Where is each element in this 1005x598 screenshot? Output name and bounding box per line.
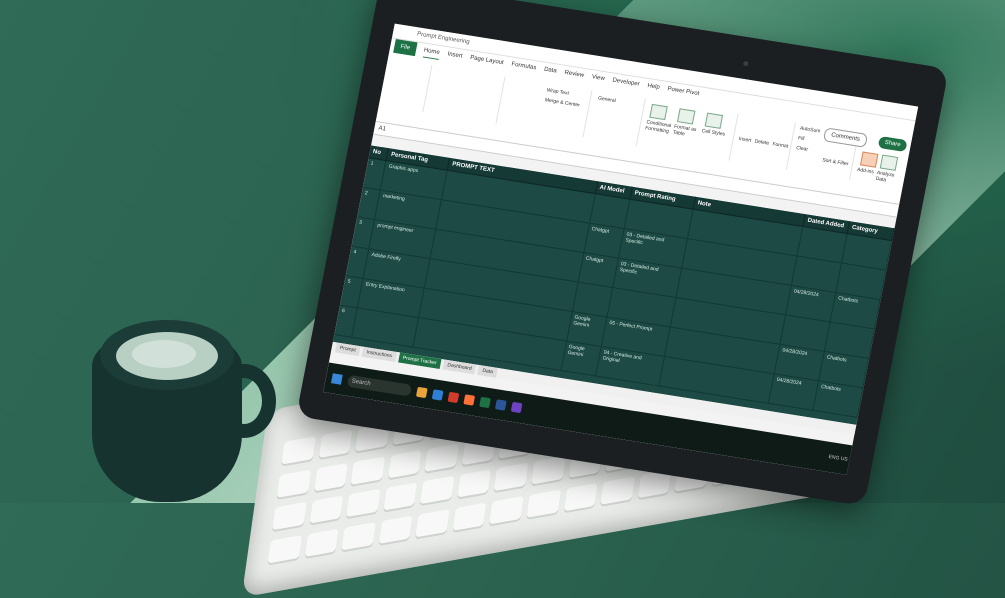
merge-center-button[interactable]: Merge & Center xyxy=(544,97,580,108)
cell[interactable] xyxy=(572,282,614,317)
key xyxy=(452,501,487,531)
key xyxy=(378,515,413,544)
number-group: General xyxy=(586,90,646,147)
fill-button[interactable]: Fill xyxy=(797,135,804,142)
analyze-data-label: Analyze Data xyxy=(875,169,895,184)
clipboard-group xyxy=(382,58,433,113)
delete-button[interactable]: Delete xyxy=(754,138,769,146)
format-as-table-label: Format as Table xyxy=(672,123,697,138)
sort-filter-button[interactable]: Sort & Filter xyxy=(822,157,851,167)
key xyxy=(563,482,598,511)
excel-window: Prompt Engineering File Home Insert Page… xyxy=(323,23,919,475)
system-tray[interactable]: ENG US xyxy=(828,454,848,463)
key xyxy=(424,442,460,472)
key xyxy=(272,501,307,531)
conditional-formatting-label: Conditional Formatting xyxy=(644,119,672,135)
key xyxy=(387,449,423,478)
key xyxy=(341,521,376,550)
key xyxy=(281,436,316,465)
format-button[interactable]: Format xyxy=(772,141,789,149)
key xyxy=(494,462,529,492)
alignment-group: Wrap Text Merge & Center xyxy=(499,77,593,138)
word-icon[interactable] xyxy=(494,399,507,411)
styles-group: Conditional Formatting Format as Table C… xyxy=(639,99,739,161)
wrap-text-button[interactable]: Wrap Text xyxy=(546,87,569,96)
key xyxy=(600,475,635,505)
chrome-icon[interactable] xyxy=(447,391,460,404)
clear-button[interactable]: Clear xyxy=(796,145,809,153)
windows-start-icon[interactable] xyxy=(330,373,343,385)
conditional-formatting-icon[interactable] xyxy=(649,103,668,121)
key xyxy=(415,508,450,537)
laptop-screen-frame: Prompt Engineering File Home Insert Page… xyxy=(296,0,949,507)
cell[interactable]: Chatbots xyxy=(813,381,864,417)
key xyxy=(531,456,566,485)
key xyxy=(489,495,524,524)
key xyxy=(313,462,349,491)
coffee-mug xyxy=(92,312,276,502)
analyze-data-icon[interactable] xyxy=(879,154,899,171)
cell[interactable]: 04/28/2024 xyxy=(769,374,820,410)
key xyxy=(350,455,386,485)
key xyxy=(457,469,492,498)
addins-label: Add-ins xyxy=(856,166,875,176)
cell[interactable]: Chatgpt xyxy=(584,223,625,258)
key xyxy=(267,534,302,564)
number-format-select[interactable]: General xyxy=(598,95,617,104)
taskbar-search[interactable]: Search xyxy=(346,374,413,397)
format-as-table-icon[interactable] xyxy=(676,108,696,125)
firefox-icon[interactable] xyxy=(463,394,476,406)
cell-styles-icon[interactable] xyxy=(704,112,724,129)
addins-icon[interactable] xyxy=(859,151,879,168)
cell-styles-label: Cell Styles xyxy=(701,128,726,138)
key xyxy=(318,429,353,459)
cell[interactable]: Google Gemini xyxy=(561,341,602,376)
cells-group: Insert Delete Format xyxy=(732,114,796,170)
key xyxy=(309,495,344,524)
file-explorer-icon[interactable] xyxy=(415,386,428,399)
cell[interactable] xyxy=(589,194,631,229)
autosum-button[interactable]: AutoSum xyxy=(799,125,820,134)
cell[interactable]: Chatgpt xyxy=(578,253,619,288)
font-group xyxy=(426,65,506,124)
cell[interactable]: Google Gemini xyxy=(566,312,608,347)
key xyxy=(526,488,561,518)
key xyxy=(276,469,312,498)
key xyxy=(383,482,418,511)
app-icon[interactable] xyxy=(510,401,523,414)
edge-icon[interactable] xyxy=(431,389,444,401)
excel-icon[interactable] xyxy=(479,396,491,409)
key xyxy=(420,475,455,505)
key xyxy=(304,528,339,557)
insert-button[interactable]: Insert xyxy=(738,136,752,144)
sheet-tab[interactable]: Data xyxy=(477,365,498,378)
coffee-foam xyxy=(132,340,196,368)
webcam-icon xyxy=(742,60,749,67)
